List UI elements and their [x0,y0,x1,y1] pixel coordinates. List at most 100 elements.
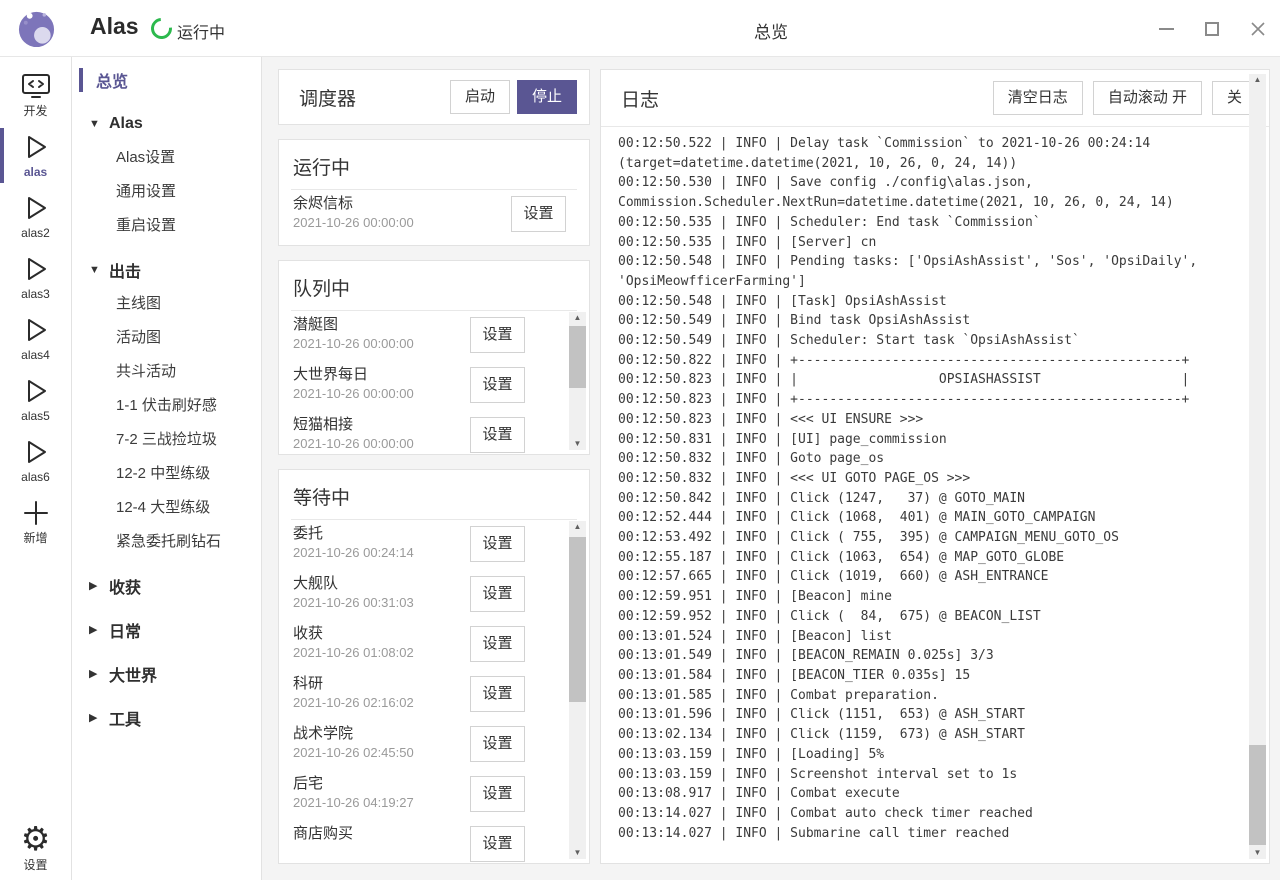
rail-item-alas6[interactable]: alas6 [0,431,71,490]
close-button[interactable] [1248,19,1268,39]
task-setting-button[interactable]: 设置 [470,526,525,562]
task-row: 战术学院2021-10-26 02:45:50设置 [279,719,565,769]
rail-item-label: alas5 [21,409,50,423]
nav-item-活动图[interactable]: 活动图 [72,319,261,353]
log-line: 00:12:59.951 | INFO | [Beacon] mine [618,587,1241,607]
nav-group-大世界[interactable]: ▶ 大世界 [72,658,261,689]
scroll-up-icon[interactable]: ▲ [1249,74,1266,86]
log-line: 00:13:02.134 | INFO | Click (1159, 673) … [618,725,1241,745]
app-title: Alas [90,13,139,40]
log-line: 00:12:50.823 | INFO | <<< UI ENSURE >>> [618,410,1241,430]
rail-item-label: alas4 [21,348,50,362]
running-spinner-icon [147,14,177,44]
nav-item-1-1 伏击刷好感[interactable]: 1-1 伏击刷好感 [72,387,261,421]
task-setting-button[interactable]: 设置 [470,367,525,403]
scroll-down-icon[interactable]: ▼ [569,847,586,859]
minimize-button[interactable] [1156,19,1176,39]
nav-group-出击[interactable]: ▼出击 [72,254,261,285]
rail-item-alas3[interactable]: alas3 [0,248,71,307]
instance-rail: 开发 alas alas2 alas3 alas4 alas5 alas6 新增 ⚙ 设置 [0,57,72,880]
start-button[interactable]: 启动 [450,80,510,114]
page-title: 总览 [262,18,1280,43]
rail-item-label: 开发 [23,104,47,118]
gear-icon: ⚙ [21,822,51,856]
nav-item-通用设置[interactable]: 通用设置 [72,173,261,207]
chevron-right-icon: ▶ [89,579,101,592]
scrollbar-thumb[interactable] [569,326,586,388]
task-row: 大舰队2021-10-26 00:31:03设置 [279,569,565,619]
log-line: 00:12:50.832 | INFO | Goto page_os [618,449,1241,469]
plus-icon [19,497,53,529]
log-line: 00:13:03.159 | INFO | [Loading] 5% [618,745,1241,765]
chevron-right-icon: ▶ [89,667,101,680]
waiting-scrollbar[interactable]: ▲ ▼ [569,521,586,859]
nav-group-收获[interactable]: ▶收获 [72,570,261,601]
log-line: 00:12:50.548 | INFO | Pending tasks: ['O… [618,252,1241,272]
rail-item-settings[interactable]: ⚙ 设置 [0,822,71,872]
task-setting-button[interactable]: 设置 [470,417,525,453]
task-row: 收获2021-10-26 01:08:02设置 [279,619,565,669]
task-setting-button[interactable]: 设置 [470,726,525,762]
log-line: 00:12:55.187 | INFO | Click (1063, 654) … [618,548,1241,568]
nav-item-共斗活动[interactable]: 共斗活动 [72,353,261,387]
rail-item-add[interactable]: 新增 [0,492,71,551]
maximize-button[interactable] [1202,19,1222,39]
stop-button[interactable]: 停止 [517,80,577,114]
autoscroll-on-button[interactable]: 自动滚动 开 [1093,81,1202,115]
nav-item-紧急委托刷钻石[interactable]: 紧急委托刷钻石 [72,523,261,557]
nav-item-重启设置[interactable]: 重启设置 [72,207,261,241]
log-line: 00:12:50.535 | INFO | Scheduler: End tas… [618,213,1241,233]
log-line: 00:12:57.665 | INFO | Click (1019, 660) … [618,567,1241,587]
task-setting-button[interactable]: 设置 [511,196,566,232]
rail-item-label: 设置 [23,858,47,872]
play-icon [19,375,53,407]
rail-item-alas[interactable]: alas [0,126,71,185]
scheduler-status-text: 运行中 [177,19,225,43]
nav-item-Alas设置[interactable]: Alas设置 [72,139,261,173]
scroll-up-icon[interactable]: ▲ [569,312,586,324]
log-line: 00:12:53.492 | INFO | Click ( 755, 395) … [618,528,1241,548]
nav-group-工具[interactable]: ▶工具 [72,702,261,733]
rail-item-dev[interactable]: 开发 [0,65,71,124]
log-line: 00:12:50.832 | INFO | <<< UI GOTO PAGE_O… [618,469,1241,489]
nav-item-7-2 三战捡垃圾[interactable]: 7-2 三战捡垃圾 [72,421,261,455]
nav-item-总览[interactable]: 总览 [72,65,261,95]
log-line: 00:12:50.530 | INFO | Save config ./conf… [618,173,1241,193]
scrollbar-thumb[interactable] [1249,745,1266,845]
log-output[interactable]: 00:12:50.522 | INFO | Delay task `Commis… [618,134,1241,857]
nav-group-Alas[interactable]: ▼Alas [72,108,261,139]
task-setting-button[interactable]: 设置 [470,317,525,353]
task-setting-button[interactable]: 设置 [470,776,525,812]
running-card: 运行中 余烬信标2021-10-26 00:00:00设置 [278,139,590,246]
task-row: 余烬信标2021-10-26 00:00:00设置 [279,189,589,239]
task-setting-button[interactable]: 设置 [470,826,525,862]
log-line: 00:13:01.549 | INFO | [BEACON_REMAIN 0.0… [618,646,1241,666]
nav-item-12-2 中型练级[interactable]: 12-2 中型练级 [72,455,261,489]
task-setting-button[interactable]: 设置 [470,626,525,662]
log-title: 日志 [621,85,659,112]
nav-item-主线图[interactable]: 主线图 [72,285,261,319]
task-setting-button[interactable]: 设置 [470,576,525,612]
rail-item-alas5[interactable]: alas5 [0,370,71,429]
rail-item-alas2[interactable]: alas2 [0,187,71,246]
scroll-down-icon[interactable]: ▼ [1249,847,1266,859]
queue-scrollbar[interactable]: ▲ ▼ [569,312,586,450]
play-icon [19,131,53,163]
rail-item-label: alas2 [21,226,50,240]
log-line: 00:12:50.823 | INFO | +-----------------… [618,390,1241,410]
scroll-down-icon[interactable]: ▼ [569,438,586,450]
nav-group-label: 大世界 [109,662,157,686]
clear-log-button[interactable]: 清空日志 [993,81,1083,115]
task-setting-button[interactable]: 设置 [470,676,525,712]
task-row: 短猫相接2021-10-26 00:00:00设置 [279,410,565,453]
rail-item-alas4[interactable]: alas4 [0,309,71,368]
scrollbar-thumb[interactable] [569,537,586,702]
rail-item-label: 新增 [23,531,47,545]
nav-item-12-4 大型练级[interactable]: 12-4 大型练级 [72,489,261,523]
scroll-up-icon[interactable]: ▲ [569,521,586,533]
task-row: 商店购买设置 [279,819,565,862]
nav-group-日常[interactable]: ▶日常 [72,614,261,645]
log-scrollbar[interactable]: ▲ ▼ [1249,74,1266,859]
log-line: 00:13:01.596 | INFO | Click (1151, 653) … [618,705,1241,725]
rail-item-label: alas6 [21,470,50,484]
